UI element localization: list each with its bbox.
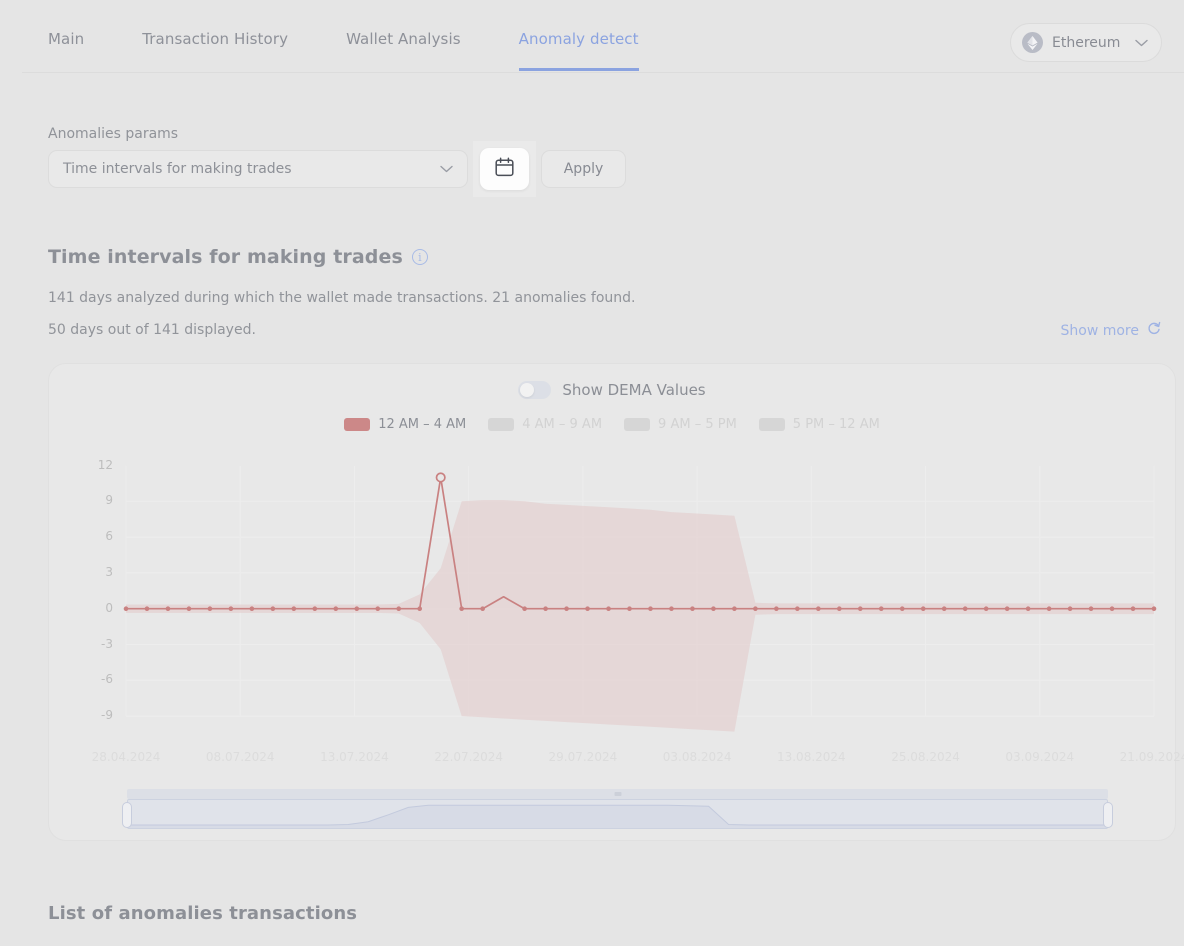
legend-item-0[interactable]: 12 AM – 4 AM — [344, 417, 466, 432]
left-rail — [0, 0, 22, 946]
dema-toggle-label: Show DEMA Values — [562, 381, 706, 399]
y-axis-tick: 6 — [105, 529, 113, 544]
tab-anomaly-detect[interactable]: Anomaly detect — [518, 30, 639, 71]
x-axis-tick: 03.08.2024 — [662, 750, 732, 764]
anomalies-params-label: Anomalies params — [48, 126, 179, 142]
dema-toggle-knob — [520, 383, 535, 397]
analysis-summary-line: 141 days analyzed during which the walle… — [48, 290, 636, 306]
anomalies-list-title: List of anomalies transactions — [48, 903, 358, 924]
x-axis-tick: 28.04.2024 — [91, 750, 161, 764]
anomalies-params-select-value: Time intervals for making trades — [63, 161, 292, 177]
legend-item-2[interactable]: 9 AM – 5 PM — [624, 417, 737, 432]
chart-legend: 12 AM – 4 AM 4 AM – 9 AM 9 AM – 5 PM 5 P… — [49, 417, 1175, 432]
tab-list: Main Transaction History Wallet Analysis… — [48, 30, 697, 71]
show-more-button[interactable]: Show more — [1061, 321, 1163, 340]
tab-main[interactable]: Main — [48, 30, 84, 71]
top-tab-bar: Main Transaction History Wallet Analysis… — [22, 0, 1184, 73]
anomalies-params-select[interactable]: Time intervals for making trades — [48, 150, 468, 188]
y-axis-tick: -6 — [101, 672, 113, 687]
calendar-icon — [495, 157, 514, 181]
tab-wallet-analysis[interactable]: Wallet Analysis — [346, 30, 461, 71]
x-axis-tick: 29.07.2024 — [548, 750, 618, 764]
x-axis-tick: 25.08.2024 — [891, 750, 960, 764]
chart-svg — [123, 465, 1157, 732]
range-slider-track[interactable] — [127, 789, 1108, 799]
dema-toggle-row: Show DEMA Values — [49, 381, 1175, 399]
chart-card: Show DEMA Values 12 AM – 4 AM 4 AM – 9 A… — [48, 363, 1184, 842]
legend-swatch — [758, 418, 785, 431]
legend-label: 9 AM – 5 PM — [658, 417, 737, 432]
legend-swatch — [344, 418, 371, 431]
x-axis-tick: 22.07.2024 — [434, 750, 504, 764]
chevron-down-icon — [1135, 39, 1148, 47]
refresh-icon — [1147, 321, 1162, 340]
y-axis-tick: 12 — [97, 457, 113, 472]
legend-swatch — [488, 418, 515, 431]
legend-label: 5 PM – 12 AM — [792, 417, 880, 432]
range-slider-handle-left[interactable] — [122, 802, 132, 828]
x-axis-tick: 13.07.2024 — [320, 750, 389, 764]
chevron-down-icon — [440, 165, 453, 173]
network-selector[interactable]: Ethereum — [1010, 23, 1162, 62]
x-axis-tick: 03.09.2024 — [1005, 750, 1075, 764]
ethereum-icon — [1022, 32, 1043, 53]
page-root: Main Transaction History Wallet Analysis… — [0, 0, 1184, 946]
network-label: Ethereum — [1052, 34, 1121, 51]
range-slider-sparkline — [128, 804, 1107, 828]
y-axis-tick: 3 — [105, 564, 113, 579]
range-slider-grip[interactable] — [614, 792, 621, 796]
legend-item-1[interactable]: 4 AM – 9 AM — [488, 417, 602, 432]
x-axis-tick: 13.08.2024 — [776, 750, 846, 764]
legend-label: 4 AM – 9 AM — [522, 417, 603, 432]
y-axis-tick: -9 — [101, 708, 113, 723]
chart-range-slider[interactable] — [122, 789, 1113, 831]
y-axis-tick: 9 — [105, 493, 113, 508]
anomaly-line-chart[interactable]: 12 9 6 3 0 -3 -6 -9 28.04.2024 08.07.2024 13.07.2… — [49, 442, 1184, 842]
legend-swatch — [624, 418, 651, 431]
range-slider-handle-right[interactable] — [1103, 802, 1113, 828]
dema-toggle[interactable] — [518, 381, 552, 399]
legend-item-3[interactable]: 5 PM – 12 AM — [758, 417, 880, 432]
info-icon[interactable]: i — [411, 249, 428, 265]
calendar-button[interactable] — [480, 148, 529, 190]
tab-transaction-history[interactable]: Transaction History — [142, 30, 288, 71]
page-title: Time intervals for making trades i — [48, 246, 428, 268]
show-more-label: Show more — [1060, 322, 1140, 339]
legend-label: 12 AM – 4 AM — [378, 417, 467, 432]
apply-button[interactable]: Apply — [541, 150, 626, 188]
y-axis-tick: -3 — [101, 636, 113, 651]
page-title-text: Time intervals for making trades — [48, 246, 403, 268]
x-axis-tick: 21.09.2024 — [1119, 750, 1184, 764]
range-slider-preview[interactable] — [127, 799, 1108, 829]
displayed-days-line: 50 days out of 141 displayed. — [48, 322, 256, 338]
x-axis-tick: 08.07.2024 — [205, 750, 275, 764]
y-axis-tick: 0 — [105, 600, 113, 615]
calendar-button-wrap — [473, 141, 536, 197]
